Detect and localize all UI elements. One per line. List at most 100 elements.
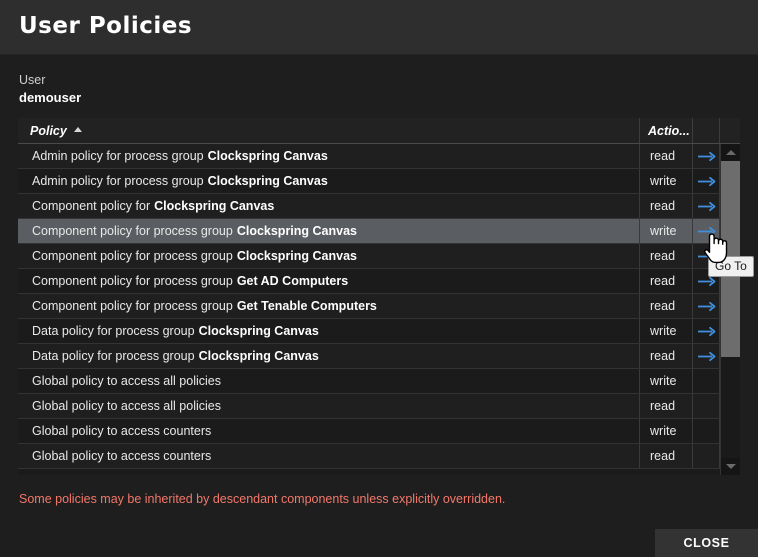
table-header-row: Policy Actio...: [18, 118, 740, 144]
cell-policy: Data policy for process group Clockspring…: [18, 344, 640, 368]
policy-text: Component policy for process group: [32, 299, 233, 313]
cell-goto: [693, 394, 720, 418]
cell-policy: Global policy to access all policies: [18, 394, 640, 418]
table-row[interactable]: Global policy to access all policies writ…: [18, 369, 740, 394]
user-name: demouser: [19, 90, 82, 105]
table-row[interactable]: Component policy for process group Get Te…: [18, 294, 740, 319]
policy-text: Admin policy for process group: [32, 174, 204, 188]
page-title: User Policies: [19, 13, 193, 39]
table-row[interactable]: Admin policy for process group Clocksprin…: [18, 144, 740, 169]
cell-policy: Global policy to access all policies: [18, 369, 640, 393]
policy-text: Admin policy for process group: [32, 149, 204, 163]
policy-target-name: Clockspring Canvas: [207, 174, 328, 188]
cell-action: read: [640, 344, 693, 368]
cell-goto: [693, 369, 720, 393]
cell-goto[interactable]: [693, 194, 720, 218]
cell-action: read: [640, 144, 693, 168]
cell-policy: Admin policy for process group Clocksprin…: [18, 169, 640, 193]
user-info-block: User demouser: [19, 72, 81, 106]
policy-target-name: Clockspring Canvas: [198, 324, 319, 338]
column-header-policy-label: Policy: [30, 123, 67, 138]
policy-text: Component policy for process group: [32, 249, 233, 263]
table-row[interactable]: Data policy for process group Clockspring…: [18, 344, 740, 369]
user-policies-dialog: User Policies User demouser Policy Actio…: [0, 0, 758, 557]
cell-action: write: [640, 419, 693, 443]
policy-text: Global policy to access counters: [32, 449, 212, 463]
policy-text: Global policy to access counters: [32, 424, 212, 438]
cell-action: read: [640, 194, 693, 218]
column-header-scroll-spacer: [720, 118, 740, 143]
table-row[interactable]: Global policy to access all policies read: [18, 394, 740, 419]
arrow-right-icon[interactable]: [697, 176, 716, 187]
policy-text: Data policy for process group: [32, 349, 195, 363]
policy-target-name: Clockspring Canvas: [207, 149, 328, 163]
cell-action: read: [640, 444, 693, 468]
cell-goto: [693, 444, 720, 468]
cell-goto[interactable]: [693, 294, 720, 318]
cell-action: read: [640, 244, 693, 268]
dialog-titlebar: User Policies: [0, 0, 758, 55]
inheritance-warning-text: Some policies may be inherited by descen…: [19, 492, 506, 506]
scroll-up-button[interactable]: [721, 144, 740, 161]
arrow-right-icon[interactable]: [697, 276, 716, 287]
column-header-policy[interactable]: Policy: [18, 118, 640, 143]
cell-policy: Component policy for Clockspring Canvas: [18, 194, 640, 218]
arrow-right-icon[interactable]: [697, 326, 716, 337]
cell-action: write: [640, 319, 693, 343]
user-label: User: [19, 73, 46, 87]
close-button[interactable]: CLOSE: [655, 529, 758, 557]
sort-ascending-icon: [73, 127, 82, 132]
policies-table: Policy Actio... Admin policy for process…: [18, 118, 740, 475]
policy-text: Data policy for process group: [32, 324, 195, 338]
arrow-right-icon[interactable]: [697, 151, 716, 162]
policy-target-name: Clockspring Canvas: [236, 224, 357, 238]
column-header-goto: [693, 118, 720, 143]
arrow-right-icon[interactable]: [697, 226, 716, 237]
cell-policy: Component policy for process group Clocks…: [18, 219, 640, 243]
arrow-right-icon[interactable]: [697, 351, 716, 362]
policy-text: Component policy for: [32, 199, 151, 213]
cell-policy: Global policy to access counters: [18, 419, 640, 443]
cell-goto[interactable]: [693, 219, 720, 243]
table-row[interactable]: Global policy to access counters write: [18, 419, 740, 444]
cell-policy: Component policy for process group Get Te…: [18, 294, 640, 318]
table-row[interactable]: Component policy for Clockspring Canvas re…: [18, 194, 740, 219]
cell-policy: Component policy for process group Clocks…: [18, 244, 640, 268]
cell-goto: [693, 419, 720, 443]
policy-text: Component policy for process group: [32, 274, 233, 288]
policy-text: Global policy to access all policies: [32, 374, 221, 388]
cell-goto[interactable]: [693, 319, 720, 343]
table-row[interactable]: Component policy for process group Clocks…: [18, 219, 740, 244]
table-row[interactable]: Global policy to access counters read: [18, 444, 740, 469]
chevron-up-icon: [725, 150, 736, 155]
cell-action: write: [640, 369, 693, 393]
column-header-action-label: Actio...: [648, 123, 690, 138]
table-row[interactable]: Admin policy for process group Clocksprin…: [18, 169, 740, 194]
policy-target-name: Clockspring Canvas: [154, 199, 275, 213]
policy-target-name: Get Tenable Computers: [236, 299, 377, 313]
cell-policy: Data policy for process group Clockspring…: [18, 319, 640, 343]
table-scrollbar[interactable]: [720, 144, 740, 475]
table-row[interactable]: Data policy for process group Clockspring…: [18, 319, 740, 344]
cell-action: write: [640, 219, 693, 243]
policy-target-name: Get AD Computers: [236, 274, 349, 288]
policy-target-name: Clockspring Canvas: [198, 349, 319, 363]
policy-text: Component policy for process group: [32, 224, 233, 238]
cell-goto[interactable]: [693, 169, 720, 193]
table-row[interactable]: Component policy for process group Clocks…: [18, 244, 740, 269]
arrow-right-icon[interactable]: [697, 201, 716, 212]
policy-target-name: Clockspring Canvas: [236, 249, 357, 263]
table-row[interactable]: Component policy for process group Get AD…: [18, 269, 740, 294]
scroll-down-button[interactable]: [721, 458, 740, 475]
cell-policy: Admin policy for process group Clocksprin…: [18, 144, 640, 168]
cell-policy: Component policy for process group Get AD…: [18, 269, 640, 293]
arrow-right-icon[interactable]: [697, 301, 716, 312]
cell-goto[interactable]: [693, 144, 720, 168]
goto-tooltip: Go To: [708, 256, 754, 277]
cell-action: read: [640, 269, 693, 293]
chevron-down-icon: [725, 464, 736, 469]
cell-action: write: [640, 169, 693, 193]
cell-action: read: [640, 394, 693, 418]
column-header-action[interactable]: Actio...: [640, 118, 693, 143]
cell-goto[interactable]: [693, 344, 720, 368]
